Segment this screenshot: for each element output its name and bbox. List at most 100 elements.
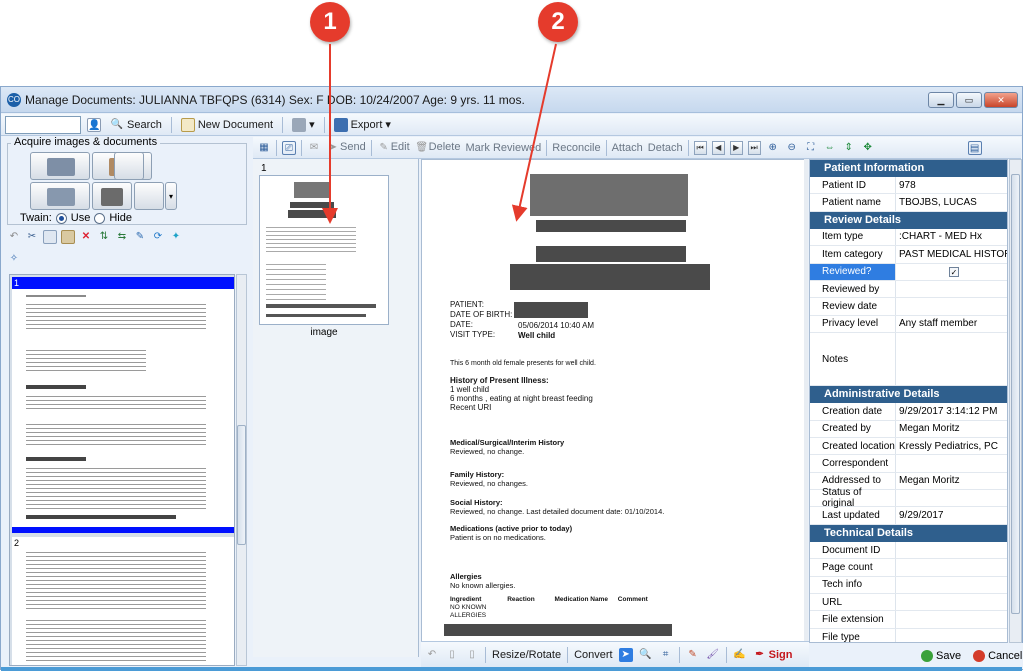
details-scrollbar[interactable]	[1009, 159, 1022, 643]
addressed-to-value[interactable]: Megan Moritz	[896, 473, 1007, 489]
document-thumbnail[interactable]	[259, 175, 389, 325]
crop-icon[interactable]: ⌗	[659, 648, 673, 662]
rotate-back-icon[interactable]: ↶	[425, 648, 439, 662]
next-page-button[interactable]: ▶	[729, 140, 743, 155]
twain-use-radio[interactable]	[55, 212, 67, 224]
page-thumbnail-2[interactable]: 2	[12, 537, 234, 665]
fax-button[interactable]	[30, 182, 90, 210]
search-button[interactable]: 🔍 Search	[107, 116, 165, 134]
send-button[interactable]: ➤ Send	[326, 141, 366, 155]
privacy-level-value[interactable]: Any staff member	[896, 316, 1007, 332]
thumbnail-scrollbar[interactable]	[236, 274, 247, 666]
cancel-label: Cancel	[988, 650, 1023, 662]
sh-title: Social History:	[450, 498, 503, 507]
actual-size-icon[interactable]: ✥	[861, 141, 875, 155]
attach-button[interactable]: Attach	[612, 142, 643, 154]
correspondent-label: Correspondent	[810, 455, 896, 472]
col-ingredient: Ingredient	[450, 596, 482, 603]
edit-button[interactable]: ✎ Edit	[377, 141, 410, 155]
medications-title: Medications (active prior to today)	[450, 524, 573, 533]
print-button[interactable]: ▾	[289, 116, 318, 134]
zoom-out-icon[interactable]: ⊖	[785, 141, 799, 155]
viewer-scrollbar[interactable]	[804, 159, 808, 643]
note-icon[interactable]: ✍	[733, 648, 747, 662]
reconcile-button[interactable]: Reconcile	[552, 142, 600, 154]
twain-use-label: Use	[70, 212, 91, 224]
patient-information-header: Patient Information	[810, 160, 1007, 177]
sign-button[interactable]: ✒ Sign	[753, 648, 792, 662]
tools-icon[interactable]: ✧	[7, 252, 21, 266]
notes-label: Notes	[810, 333, 896, 386]
twain-hide-radio[interactable]	[94, 212, 106, 224]
delete-icon[interactable]: ✕	[79, 230, 93, 244]
hpi-line-2: 6 months , eating at night breast feedin…	[450, 394, 593, 403]
thumbnail-view-icon[interactable]: ▦	[257, 141, 271, 155]
export-button[interactable]: Export ▾	[331, 116, 394, 134]
fit-page-icon[interactable]: ⛶	[804, 141, 818, 155]
acquire-pane: ▾ Twain: Use Hide Acquire images & docum…	[3, 136, 249, 670]
page-b-icon[interactable]: ▯	[465, 648, 479, 662]
magnifier-icon[interactable]: 🔍	[639, 648, 653, 662]
details-panel-icon[interactable]: ▤	[967, 140, 982, 155]
convert-button[interactable]: Convert	[574, 649, 613, 661]
maximize-button[interactable]: ▭	[956, 92, 982, 108]
paste-icon[interactable]	[61, 230, 75, 244]
review-date-value[interactable]	[896, 298, 1007, 314]
thumbnail-scroll-thumb[interactable]	[237, 425, 246, 545]
close-button[interactable]: ✕	[984, 92, 1018, 108]
reviewed-checkbox[interactable]: ✓	[949, 266, 959, 277]
pen-icon[interactable]: ✎	[686, 648, 700, 662]
document-viewer[interactable]: PATIENT: DATE OF BIRTH: DATE: VISIT TYPE…	[421, 159, 806, 643]
hpi-title: History of Present Illness:	[450, 376, 549, 385]
pointer-icon[interactable]: ➤	[618, 647, 633, 662]
refresh-icon[interactable]: ⟳	[151, 230, 165, 244]
fit-height-icon[interactable]: ⇕	[842, 141, 856, 155]
last-page-button[interactable]: ⏭	[747, 140, 761, 155]
clipboard-button[interactable]	[134, 182, 164, 210]
cut-icon[interactable]: ✂	[25, 230, 39, 244]
resize-rotate-button[interactable]: Resize/Rotate	[492, 649, 561, 661]
image-file-button[interactable]	[114, 152, 144, 180]
minimize-button[interactable]: ▁	[928, 92, 954, 108]
delete-button[interactable]: 🗑Delete	[415, 140, 461, 155]
markup-icon[interactable]: ✎	[133, 230, 147, 244]
new-document-button[interactable]: New Document	[178, 116, 276, 134]
review-date-label: Review date	[810, 298, 896, 315]
item-category-value[interactable]: PAST MEDICAL HISTORY	[896, 246, 1007, 262]
previous-page-button[interactable]: ◀	[711, 140, 725, 155]
page-view-icon[interactable]: ⎚	[282, 140, 296, 155]
more-acquire-button[interactable]: ▾	[165, 182, 177, 210]
sparkle-icon[interactable]: ✦	[169, 230, 183, 244]
first-page-button[interactable]: ⏮	[693, 140, 707, 155]
export-pages-icon[interactable]: ⇆	[115, 230, 129, 244]
page-a-icon[interactable]: ▯	[445, 648, 459, 662]
page-thumbnail-list[interactable]: 1 2	[9, 274, 235, 666]
camera-button[interactable]	[92, 182, 132, 210]
fit-width-icon[interactable]: ⇔	[823, 141, 837, 155]
notes-value[interactable]	[896, 333, 1007, 385]
detach-button[interactable]: Detach	[648, 142, 683, 154]
brush-icon[interactable]: 🖌	[706, 648, 720, 662]
camera-icon	[101, 188, 123, 206]
page-thumbnail-1[interactable]: 1	[12, 277, 234, 533]
status-of-original-value[interactable]	[896, 490, 1007, 506]
import-icon[interactable]: ⇅	[97, 230, 111, 244]
item-type-value[interactable]: :CHART - MED Hx	[896, 229, 1007, 245]
scanner-button[interactable]	[30, 152, 90, 180]
correspondent-value[interactable]	[896, 455, 1007, 471]
copy-icon[interactable]	[43, 230, 57, 244]
cancel-button[interactable]: Cancel	[973, 650, 1022, 662]
zoom-in-icon[interactable]: ⊕	[766, 141, 780, 155]
save-button[interactable]: Save	[921, 650, 961, 662]
reviewed-by-value[interactable]	[896, 281, 1007, 297]
undo-icon[interactable]: ↶	[7, 230, 21, 244]
patient-search-input[interactable]	[5, 115, 81, 134]
patient-icon[interactable]: 👤	[87, 117, 101, 132]
window-bottom-edge	[1, 667, 1022, 671]
delete-label: Delete	[428, 140, 461, 153]
mark-reviewed-button[interactable]: Mark Reviewed	[465, 142, 541, 154]
printer-icon	[292, 117, 307, 132]
fax-send-icon[interactable]: ✉	[307, 141, 321, 155]
details-scroll-thumb[interactable]	[1011, 174, 1020, 614]
search-icon: 🔍	[110, 118, 124, 130]
